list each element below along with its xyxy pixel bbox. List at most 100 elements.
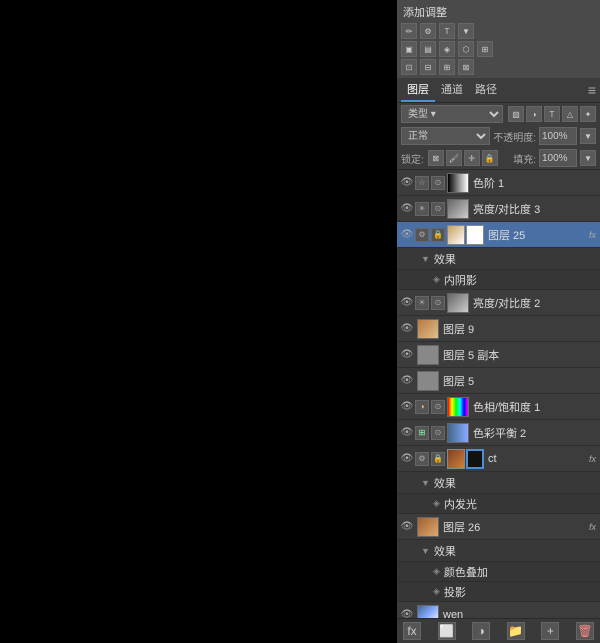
adjustment-button[interactable]: ◑ bbox=[472, 622, 490, 640]
tool-btn-6[interactable]: ▤ bbox=[420, 41, 436, 57]
tool-btn-7[interactable]: ◈ bbox=[439, 41, 455, 57]
lock-label: 锁定: bbox=[401, 151, 424, 166]
group-button[interactable]: 📁 bbox=[507, 622, 525, 640]
eye-icon[interactable]: 👁 bbox=[399, 227, 415, 243]
blend-row: 正常 不透明度: 100% ▼ bbox=[397, 125, 600, 147]
fx-badge: fx bbox=[587, 522, 598, 532]
delete-button[interactable]: 🗑 bbox=[576, 622, 594, 640]
tool-btn-11[interactable]: ⊟ bbox=[420, 59, 436, 75]
tab-channels[interactable]: 通道 bbox=[435, 78, 469, 102]
tool-btn-2[interactable]: ⚙ bbox=[420, 23, 436, 39]
new-layer-button[interactable]: + bbox=[541, 622, 559, 640]
effect-item[interactable]: ◈ 内阴影 bbox=[397, 270, 600, 290]
eye-icon[interactable]: 👁 bbox=[399, 519, 415, 535]
eye-icon[interactable]: 👁 bbox=[399, 607, 415, 619]
type-select[interactable]: 类型 ▾ bbox=[401, 105, 503, 123]
tool-btn-5[interactable]: ▣ bbox=[401, 41, 417, 57]
effect-icon: ◈ bbox=[433, 586, 440, 597]
filter-shape[interactable]: △ bbox=[562, 106, 578, 122]
effect-item[interactable]: ◈ 内发光 bbox=[397, 494, 600, 514]
expand-icon: ▼ bbox=[421, 254, 430, 264]
adj-icon: ⊙ bbox=[431, 400, 445, 414]
eye-icon[interactable]: 👁 bbox=[399, 425, 415, 441]
lock-icons: ⊠ 🖌 ✛ 🔒 bbox=[428, 150, 498, 166]
eye-icon[interactable]: 👁 bbox=[399, 399, 415, 415]
tool-btn-1[interactable]: ✏ bbox=[401, 23, 417, 39]
layer-name: 色彩平衡 2 bbox=[471, 425, 598, 441]
layer-row[interactable]: 👁 ⊞ ⊙ 色彩平衡 2 bbox=[397, 420, 600, 446]
eye-icon[interactable]: 👁 bbox=[399, 295, 415, 311]
layer-row[interactable]: 👁 ☆ ⊙ 色阶 1 bbox=[397, 170, 600, 196]
lock-row: 锁定: ⊠ 🖌 ✛ 🔒 填充: ▼ bbox=[397, 147, 600, 170]
blend-mode-select[interactable]: 正常 bbox=[401, 127, 490, 145]
fill-stepper[interactable]: ▼ bbox=[580, 150, 596, 166]
layer-row[interactable]: 👁 wen bbox=[397, 602, 600, 618]
layer-thumbnail bbox=[447, 293, 469, 313]
effects-group[interactable]: ▼ 效果 bbox=[397, 472, 600, 494]
eye-icon[interactable]: 👁 bbox=[399, 451, 415, 467]
tab-paths[interactable]: 路径 bbox=[469, 78, 503, 102]
layer-icons: ⊞ ⊙ bbox=[415, 426, 445, 440]
layer-name: 亮度/对比度 3 bbox=[471, 201, 598, 217]
layer-row[interactable]: 👁 ☀ ⊙ 亮度/对比度 3 bbox=[397, 196, 600, 222]
layer-thumb-content bbox=[447, 225, 465, 245]
eye-icon[interactable]: 👁 bbox=[399, 373, 415, 389]
tool-btn-12[interactable]: ⊞ bbox=[439, 59, 455, 75]
layer-name: 色相/饱和度 1 bbox=[471, 399, 598, 415]
sun-icon: ☀ bbox=[415, 296, 429, 310]
effect-item[interactable]: ◈ 颜色叠加 bbox=[397, 562, 600, 582]
fx-button[interactable]: fx bbox=[403, 622, 421, 640]
fill-area: 填充: ▼ bbox=[513, 149, 596, 167]
gear-icon: ⚙ bbox=[415, 452, 429, 466]
opacity-stepper[interactable]: ▼ bbox=[580, 128, 596, 144]
filter-smart[interactable]: ✦ bbox=[580, 106, 596, 122]
opacity-input[interactable]: 100% bbox=[539, 127, 577, 145]
opacity-label: 不透明度: bbox=[493, 129, 536, 144]
tool-btn-3[interactable]: T bbox=[439, 23, 455, 39]
tool-btn-13[interactable]: ⊠ bbox=[458, 59, 474, 75]
layer-thumb-content bbox=[447, 449, 465, 469]
layer-thumb-mask bbox=[466, 225, 484, 245]
filter-text[interactable]: T bbox=[544, 106, 560, 122]
layer-row[interactable]: 👁 ◑ ⊙ 色相/饱和度 1 bbox=[397, 394, 600, 420]
eye-icon[interactable]: 👁 bbox=[399, 347, 415, 363]
filter-icons: ▨ ◑ T △ ✦ bbox=[508, 106, 596, 122]
eye-icon[interactable]: 👁 bbox=[399, 201, 415, 217]
toolbar-title: 添加调整 bbox=[401, 3, 449, 21]
effect-item[interactable]: ◈ 投影 bbox=[397, 582, 600, 602]
filter-adj[interactable]: ◑ bbox=[526, 106, 542, 122]
layer-icons: ⚙ 🔒 bbox=[415, 228, 445, 242]
fill-input[interactable] bbox=[539, 149, 577, 167]
tool-btn-4[interactable]: ▼ bbox=[458, 23, 474, 39]
tab-layers[interactable]: 图层 bbox=[401, 78, 435, 102]
layer-thumbnail bbox=[447, 423, 469, 443]
tool-btn-8[interactable]: ⬡ bbox=[458, 41, 474, 57]
layer-row[interactable]: 👁 图层 5 bbox=[397, 368, 600, 394]
lock-all[interactable]: 🔒 bbox=[482, 150, 498, 166]
lock-transparent[interactable]: ⊠ bbox=[428, 150, 444, 166]
layer-row[interactable]: 👁 图层 9 bbox=[397, 316, 600, 342]
tool-btn-10[interactable]: ⊡ bbox=[401, 59, 417, 75]
layer-row[interactable]: 👁 ☀ ⊙ 亮度/对比度 2 bbox=[397, 290, 600, 316]
adj-icon: ⊙ bbox=[431, 202, 445, 216]
lock-move[interactable]: ✛ bbox=[464, 150, 480, 166]
layer-icons: ◑ ⊙ bbox=[415, 400, 445, 414]
balance-icon: ⊞ bbox=[415, 426, 429, 440]
layer-row[interactable]: 👁 ⚙ 🔒 ct fx bbox=[397, 446, 600, 472]
layer-row[interactable]: 👁 图层 26 fx bbox=[397, 514, 600, 540]
lock-paint[interactable]: 🖌 bbox=[446, 150, 462, 166]
tool-btn-9[interactable]: ⊞ bbox=[477, 41, 493, 57]
layer-thumbnail bbox=[447, 397, 469, 417]
panel-menu-icon[interactable]: ≡ bbox=[588, 82, 596, 98]
layer-thumb-mask bbox=[466, 449, 484, 469]
layer-row[interactable]: 👁 ⚙ 🔒 图层 25 fx bbox=[397, 222, 600, 248]
effects-group[interactable]: ▼ 效果 bbox=[397, 248, 600, 270]
eye-icon[interactable]: 👁 bbox=[399, 321, 415, 337]
layer-thumb-pair bbox=[447, 449, 484, 469]
effect-name: 投影 bbox=[442, 584, 598, 600]
layer-row[interactable]: 👁 图层 5 副本 bbox=[397, 342, 600, 368]
eye-icon[interactable]: 👁 bbox=[399, 175, 415, 191]
effects-group[interactable]: ▼ 效果 bbox=[397, 540, 600, 562]
mask-button[interactable]: ⬜ bbox=[438, 622, 456, 640]
filter-pixel[interactable]: ▨ bbox=[508, 106, 524, 122]
